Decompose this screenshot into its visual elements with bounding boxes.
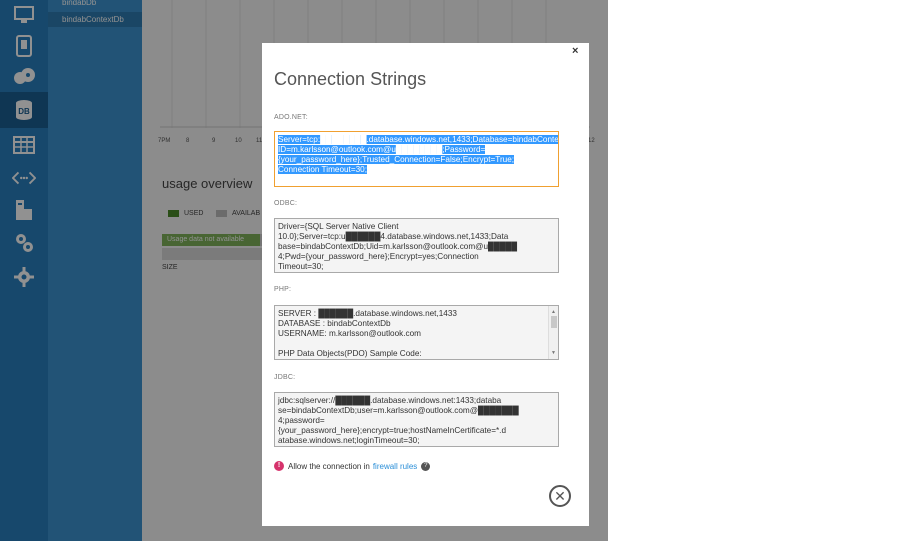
php-label: PHP: bbox=[274, 286, 292, 293]
connection-line: 4;Pwd={your_password_here};Encrypt=yes;C… bbox=[278, 252, 479, 261]
firewall-text: Allow the connection in bbox=[288, 461, 370, 471]
scrollbar-thumb[interactable] bbox=[551, 316, 557, 328]
dialog-title: Connection Strings bbox=[274, 69, 427, 89]
connection-line: Driver={SQL Server Native Client bbox=[278, 222, 399, 231]
ado-net-connection-string[interactable]: Server=tcp:████████.database.windows.net… bbox=[274, 131, 559, 187]
connection-line: Server=tcp:████████.database.windows.net… bbox=[278, 135, 558, 145]
close-circle-icon: ✕ bbox=[554, 488, 566, 504]
help-icon[interactable]: ? bbox=[421, 461, 431, 471]
firewall-rules-link[interactable]: firewall rules bbox=[373, 462, 417, 471]
connection-line: 10.0};Server=tcp:u██████4.database.windo… bbox=[278, 232, 509, 241]
ado-net-label: ADO.NET: bbox=[274, 114, 308, 121]
connection-line: jdbc:sqlserver://██████.database.windows… bbox=[278, 396, 502, 405]
connection-line: 4;password= bbox=[278, 416, 325, 425]
connection-line: Timeout=30; bbox=[278, 262, 324, 271]
connection-line: base=bindabContextDb;Uid=m.karlsson@outl… bbox=[278, 242, 518, 251]
close-icon[interactable]: × bbox=[572, 45, 578, 57]
firewall-notice: ! Allow the connection in firewall rules… bbox=[274, 461, 431, 471]
connection-line: DATABASE : bindabContextDb bbox=[278, 319, 391, 328]
connection-line: SERVER : ██████.database.windows.net,143… bbox=[278, 309, 457, 318]
connection-line: se=bindabContextDb;user=m.karlsson@outlo… bbox=[278, 406, 519, 415]
scroll-down-icon[interactable]: ▼ bbox=[551, 348, 556, 358]
php-connection-string[interactable]: SERVER : ██████.database.windows.net,143… bbox=[274, 305, 559, 360]
jdbc-connection-string[interactable]: jdbc:sqlserver://██████.database.windows… bbox=[274, 392, 559, 447]
odbc-label: ODBC: bbox=[274, 200, 298, 207]
connection-line: PHP Data Objects(PDO) Sample Code: bbox=[278, 349, 422, 358]
odbc-connection-string[interactable]: Driver={SQL Server Native Client 10.0};S… bbox=[274, 218, 559, 273]
jdbc-label: JDBC: bbox=[274, 374, 296, 381]
connection-line: atabase.windows.net;loginTimeout=30; bbox=[278, 436, 420, 445]
connection-line: USERNAME: m.karlsson@outlook.com bbox=[278, 329, 421, 338]
portal-window: DB bindabDb bindabContextDb 7PM 8 9 10 1… bbox=[0, 0, 608, 541]
done-button[interactable]: ✕ bbox=[549, 485, 571, 507]
alert-icon: ! bbox=[274, 461, 284, 471]
connection-line bbox=[278, 339, 544, 349]
connection-strings-dialog: × Connection Strings ADO.NET: Server=tcp… bbox=[262, 43, 589, 526]
connection-line: ID=m.karlsson@outlook.com@u████████;Pass… bbox=[278, 145, 486, 154]
connection-line: {your_password_here};Trusted_Connection=… bbox=[278, 155, 515, 164]
connection-line: Connection Timeout=30; bbox=[278, 165, 367, 174]
connection-line: {your_password_here};encrypt=true;hostNa… bbox=[278, 426, 507, 435]
php-scrollbar[interactable]: ▲ ▼ bbox=[548, 306, 558, 359]
